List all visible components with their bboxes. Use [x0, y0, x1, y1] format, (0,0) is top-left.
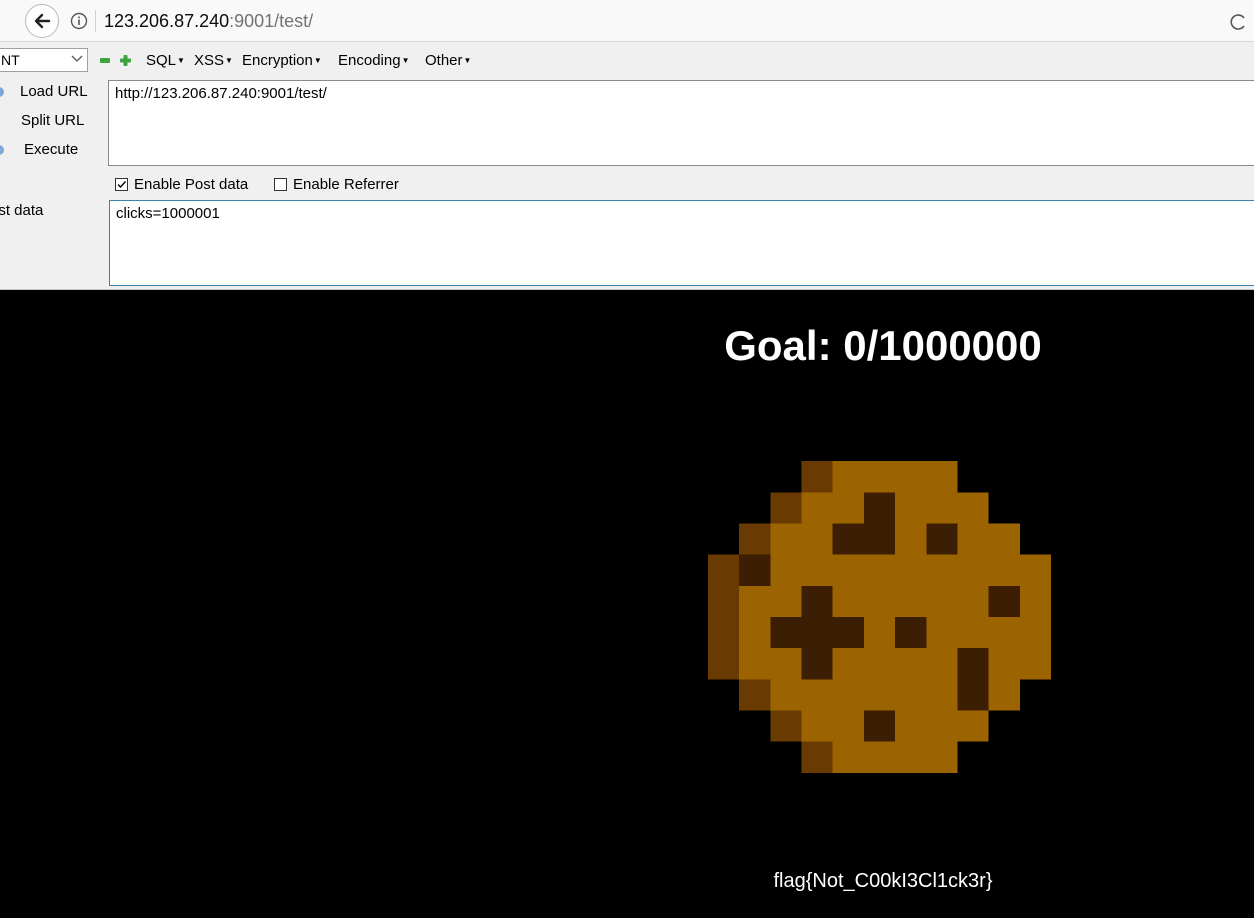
increase-icon[interactable] — [120, 55, 131, 66]
url-textarea[interactable]: http://123.206.87.240:9001/test/ — [108, 80, 1254, 166]
info-icon[interactable] — [70, 12, 88, 30]
url-path: :9001/test/ — [229, 11, 314, 31]
address-bar: ↑ 123.206.87.240:9001/test/ — [0, 0, 1254, 42]
dropdown-arrow-icon: ▼ — [313, 56, 322, 65]
menu-encoding[interactable]: Encoding▼ — [338, 52, 409, 70]
reload-icon[interactable] — [1228, 12, 1248, 32]
back-button[interactable] — [25, 4, 59, 38]
forward-icon[interactable]: ↑ — [0, 13, 6, 27]
cookie-icon[interactable] — [708, 461, 1051, 773]
menu-encryption[interactable]: Encryption▼ — [242, 52, 322, 70]
load-url-icon — [0, 87, 4, 97]
decrease-icon[interactable] — [100, 58, 110, 63]
version-select[interactable]: NT — [0, 48, 88, 72]
menu-sql[interactable]: SQL▼ — [146, 52, 185, 70]
enable-post-label: Enable Post data — [134, 176, 249, 193]
enable-referrer-label: Enable Referrer — [293, 176, 399, 193]
goal-counter: Goal: 0/1000000 — [724, 322, 1042, 369]
menu-encoding-label: Encoding — [338, 52, 401, 69]
menu-other[interactable]: Other▼ — [425, 52, 471, 70]
version-select-value: NT — [1, 52, 20, 68]
split-url-button[interactable]: Split URL — [21, 112, 84, 130]
execute-button[interactable]: Execute — [24, 141, 78, 159]
enable-referrer-checkbox[interactable]: Enable Referrer — [274, 176, 399, 194]
execute-icon — [0, 145, 4, 155]
checkbox-checked-icon — [115, 178, 128, 191]
url-host: 123.206.87.240 — [104, 11, 230, 31]
dropdown-arrow-icon: ▼ — [225, 56, 233, 65]
url-divider — [95, 10, 96, 32]
post-data-label: ost data — [0, 202, 44, 219]
chevron-down-icon — [71, 55, 83, 62]
hackbar-panel: NT SQL▼ XSS▼ Encryption▼ Encoding▼ Other… — [0, 42, 1254, 290]
menu-encryption-label: Encryption — [242, 52, 313, 69]
back-arrow-icon — [34, 13, 51, 29]
dropdown-arrow-icon: ▼ — [463, 56, 472, 65]
menu-other-label: Other — [425, 52, 463, 69]
enable-post-checkbox[interactable]: Enable Post data — [115, 176, 248, 194]
load-url-button[interactable]: Load URL — [20, 83, 88, 101]
menu-sql-label: SQL — [146, 52, 177, 69]
url-field[interactable]: 123.206.87.240:9001/test/ — [104, 10, 313, 32]
flag-text: flag{Not_C00kI3Cl1ck3r} — [773, 870, 993, 892]
menu-xss[interactable]: XSS▼ — [194, 52, 233, 70]
dropdown-arrow-icon: ▼ — [177, 56, 185, 65]
menu-xss-label: XSS — [194, 52, 225, 69]
post-data-textarea[interactable]: clicks=1000001 — [109, 200, 1254, 286]
dropdown-arrow-icon: ▼ — [401, 56, 410, 65]
checkbox-unchecked-icon — [274, 178, 287, 191]
